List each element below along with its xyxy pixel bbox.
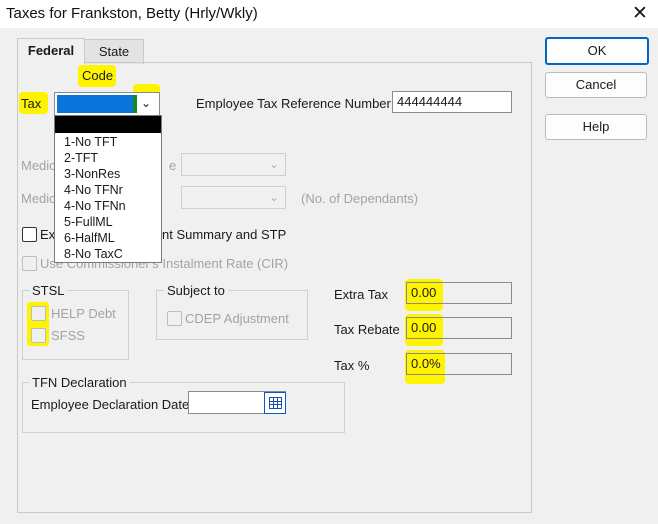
tax-code-select[interactable]: ⌄ xyxy=(54,92,160,116)
chevron-down-icon: ⌄ xyxy=(268,157,279,171)
tab-state[interactable]: State xyxy=(84,39,144,64)
subject-to-title: Subject to xyxy=(164,283,228,298)
dropdown-option[interactable]: 5-FullML xyxy=(64,214,126,230)
help-debt-checkbox xyxy=(31,306,46,321)
dropdown-option[interactable]: 2-TFT xyxy=(64,150,126,166)
tab-federal-label: Federal xyxy=(27,43,75,58)
summary-label-start: Ex xyxy=(40,227,56,242)
ok-button[interactable]: OK xyxy=(545,37,649,65)
window-title: Taxes for Frankston, Betty (Hrly/Wkly) xyxy=(6,5,258,22)
summary-stp-checkbox[interactable] xyxy=(22,227,37,242)
tfn-declaration-title: TFN Declaration xyxy=(29,375,130,390)
tax-percent-input[interactable]: 0.0% xyxy=(406,353,512,375)
tax-label: Tax xyxy=(21,96,42,111)
medicare-label-2-start: Medic xyxy=(21,191,56,206)
extra-tax-input[interactable]: 0.00 xyxy=(406,282,512,304)
chevron-down-icon: ⌄ xyxy=(268,190,279,204)
cir-checkbox xyxy=(22,256,37,271)
tax-code-selection xyxy=(57,95,133,113)
calendar-icon xyxy=(269,397,282,409)
tax-rebate-label: Tax Rebate xyxy=(334,322,400,337)
tax-percent-label: Tax % xyxy=(334,358,370,373)
tab-federal[interactable]: Federal xyxy=(17,38,85,64)
dropdown-option[interactable]: 4-No TFNn xyxy=(64,198,126,214)
dropdown-option[interactable]: 4-No TFNr xyxy=(64,182,126,198)
declaration-date-label: Employee Declaration Date xyxy=(31,397,190,412)
medicare-label-1-end: e xyxy=(169,158,177,173)
dropdown-option[interactable]: 8-No TaxC xyxy=(64,246,126,262)
code-annotation: Code xyxy=(82,68,114,83)
medicare-levy-select: ⌄ xyxy=(181,153,286,176)
help-debt-label: HELP Debt xyxy=(51,306,116,321)
cancel-button[interactable]: Cancel xyxy=(545,72,647,98)
dropdown-option[interactable]: 3-NonRes xyxy=(64,166,126,182)
dropdown-option[interactable]: 6-HalfML xyxy=(64,230,126,246)
cdep-checkbox xyxy=(167,311,182,326)
help-button[interactable]: Help xyxy=(545,114,647,140)
sfss-checkbox xyxy=(31,328,46,343)
dropdown-empty-option[interactable] xyxy=(55,116,161,133)
dropdown-option[interactable]: 1-No TFT xyxy=(64,134,126,150)
employee-tax-ref-input[interactable]: 444444444 xyxy=(392,91,512,113)
medicare-label-1-start: Medic xyxy=(21,158,56,173)
tax-rebate-input[interactable]: 0.00 xyxy=(406,317,512,339)
close-icon[interactable]: ✕ xyxy=(630,2,650,24)
extra-tax-label: Extra Tax xyxy=(334,287,388,302)
sfss-label: SFSS xyxy=(51,328,85,343)
summary-label-end: nt Summary and STP xyxy=(162,227,287,242)
calendar-button[interactable] xyxy=(264,392,286,414)
chevron-down-icon[interactable]: ⌄ xyxy=(137,94,155,112)
medicare-dependants-select: ⌄ xyxy=(181,186,286,209)
cdep-label: CDEP Adjustment xyxy=(185,311,289,326)
dependants-label: (No. of Dependants) xyxy=(301,191,419,206)
tab-state-label: State xyxy=(98,44,130,59)
stsl-group xyxy=(22,290,129,360)
tax-code-dropdown-list[interactable]: 1-No TFT 2-TFT 3-NonRes 4-No TFNr 4-No T… xyxy=(54,115,162,263)
employee-tax-ref-label: Employee Tax Reference Number xyxy=(196,96,391,111)
stsl-title: STSL xyxy=(30,283,67,298)
